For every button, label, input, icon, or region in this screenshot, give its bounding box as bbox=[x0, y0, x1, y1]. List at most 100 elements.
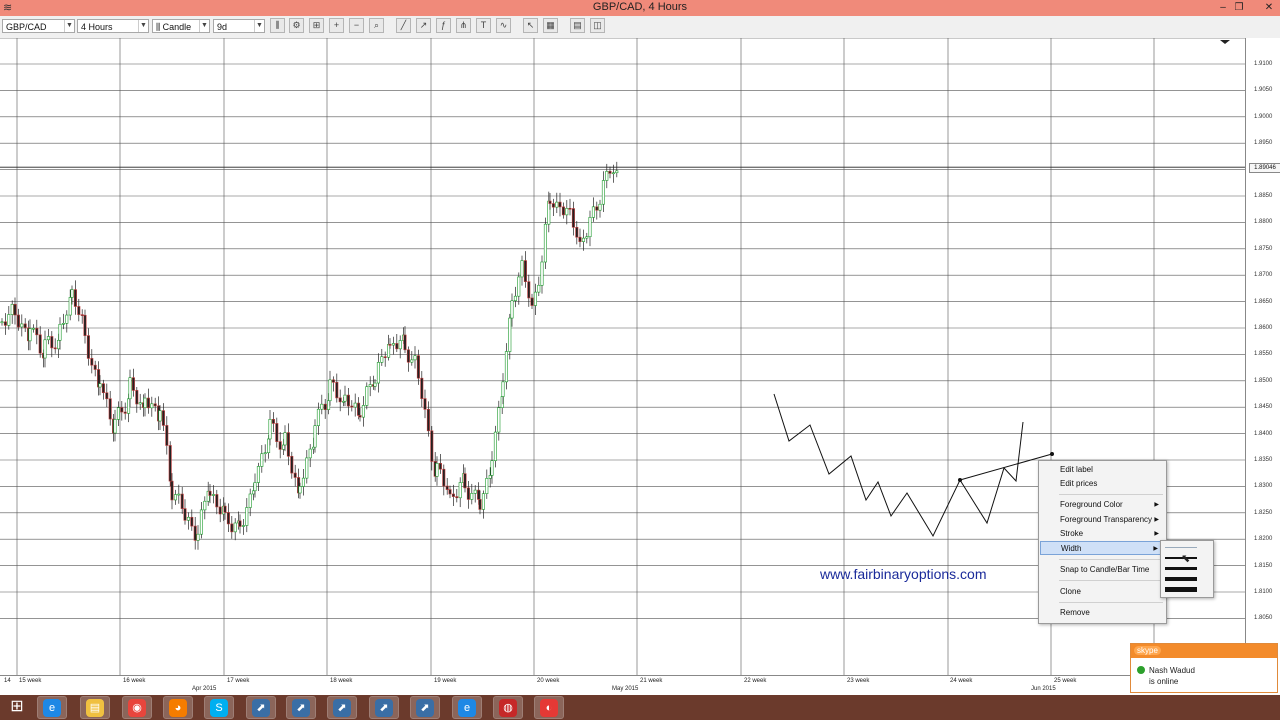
width-option-5[interactable] bbox=[1165, 587, 1197, 592]
candle-body bbox=[406, 349, 410, 363]
width-option-4[interactable] bbox=[1165, 577, 1197, 581]
internet-explorer-icon[interactable]: e bbox=[37, 696, 67, 719]
candle-body bbox=[585, 236, 589, 239]
candle-body bbox=[357, 402, 361, 416]
candle-body bbox=[290, 455, 294, 474]
width-option-1[interactable] bbox=[1165, 547, 1197, 548]
chart-toolbar: GBP/CAD ▼ 4 Hours ▼ ⫼ Candle ▼ 9d ▼ ⫼ ⚙ ⊞ + − ⌕ ╱ ↗… bbox=[0, 16, 1280, 39]
candle-body bbox=[241, 525, 245, 527]
trading-app-icon[interactable]: ⬈ bbox=[327, 696, 357, 719]
menu-clone[interactable]: Clone bbox=[1040, 585, 1163, 599]
price-tick-label: 1.9050 bbox=[1254, 87, 1273, 94]
chart-type-select[interactable]: ⫼ Candle ▼ bbox=[152, 19, 210, 33]
price-tick-label: 1.8800 bbox=[1254, 219, 1273, 226]
menu-foreground-color-label: Foreground Color bbox=[1060, 500, 1123, 509]
trading-app-icon[interactable]: ⬈ bbox=[410, 696, 440, 719]
menu-edit-label[interactable]: Edit label bbox=[1040, 463, 1163, 477]
text-tool-button[interactable]: T bbox=[476, 18, 491, 33]
draw-line-button[interactable]: ╱ bbox=[396, 18, 411, 33]
price-tick-label: 1.8300 bbox=[1254, 483, 1273, 490]
candle-body bbox=[196, 533, 200, 541]
candle-body bbox=[605, 171, 609, 181]
templates-button[interactable]: ▤ bbox=[570, 18, 585, 33]
paint-icon[interactable]: ◐ bbox=[534, 696, 564, 719]
minimize-button[interactable]: – bbox=[1216, 1, 1230, 14]
grid-button[interactable]: ▦ bbox=[543, 18, 558, 33]
zoom-out-button[interactable]: − bbox=[349, 18, 364, 33]
candle-body bbox=[108, 398, 112, 420]
candle-body bbox=[260, 453, 264, 467]
zoom-area-button[interactable]: ⌕ bbox=[369, 18, 384, 33]
week-tick-label: 24 week bbox=[950, 678, 973, 684]
bar-style-button[interactable]: ⫼ bbox=[270, 18, 285, 33]
candle-body bbox=[218, 506, 222, 515]
period-select[interactable]: 9d ▼ bbox=[213, 19, 265, 33]
chevron-down-icon: ▼ bbox=[254, 20, 264, 32]
menu-stroke[interactable]: Stroke ▶ bbox=[1040, 527, 1163, 541]
menu-foreground-color[interactable]: Foreground Color ▶ bbox=[1040, 498, 1163, 512]
windows-start-icon[interactable]: ⊞ bbox=[3, 697, 31, 718]
menu-remove[interactable]: Remove bbox=[1040, 606, 1163, 620]
properties-button[interactable]: ⚙ bbox=[289, 18, 304, 33]
trading-app-icon[interactable]: ⬈ bbox=[369, 696, 399, 719]
skype-icon-glyph: S bbox=[210, 699, 228, 717]
month-tick-label: Apr 2015 bbox=[192, 686, 217, 692]
menu-separator bbox=[1059, 602, 1163, 603]
candle-body bbox=[43, 339, 47, 359]
fibonacci-button[interactable]: ƒ bbox=[436, 18, 451, 33]
trading-app-icon[interactable]: ⬈ bbox=[246, 696, 276, 719]
symbol-select[interactable]: GBP/CAD ▼ bbox=[2, 19, 75, 33]
menu-edit-prices[interactable]: Edit prices bbox=[1040, 477, 1163, 491]
candle-body bbox=[478, 499, 482, 510]
candle-body bbox=[193, 525, 197, 541]
layout-button[interactable]: ◫ bbox=[590, 18, 605, 33]
menu-foreground-transparency[interactable]: Foreground Transparency ▶ bbox=[1040, 513, 1163, 527]
internet-explorer-icon[interactable]: e bbox=[452, 696, 482, 719]
candle-body bbox=[278, 441, 282, 450]
candle-body bbox=[105, 392, 109, 400]
candle-body bbox=[376, 362, 380, 384]
candle-body bbox=[485, 478, 489, 494]
timeframe-value: 4 Hours bbox=[81, 22, 113, 32]
candle-body bbox=[575, 227, 579, 238]
width-option-3[interactable] bbox=[1165, 567, 1197, 570]
candle-body bbox=[53, 347, 57, 350]
zoom-fit-button[interactable]: ⊞ bbox=[309, 18, 324, 33]
candle-body bbox=[368, 384, 372, 387]
candle-body bbox=[10, 304, 14, 315]
candle-body bbox=[226, 512, 230, 525]
candle-body bbox=[413, 355, 417, 361]
candle-body bbox=[20, 323, 24, 328]
candle-body bbox=[252, 490, 256, 495]
candle-body bbox=[93, 364, 97, 370]
width-submenu: ⬉ bbox=[1160, 540, 1214, 598]
menu-snap-to-candle[interactable]: Snap to Candle/Bar Time bbox=[1040, 563, 1163, 577]
chrome-icon[interactable]: ◉ bbox=[122, 696, 152, 719]
scroll-marker-icon bbox=[1220, 40, 1230, 44]
trading-app-icon[interactable]: ⬈ bbox=[286, 696, 316, 719]
candle-body bbox=[168, 445, 172, 482]
pitchfork-button[interactable]: ⋔ bbox=[456, 18, 471, 33]
cursor-button[interactable]: ↖ bbox=[523, 18, 538, 33]
trend-line-button[interactable]: ↗ bbox=[416, 18, 431, 33]
candle-body bbox=[537, 284, 541, 293]
week-tick-label: 20 week bbox=[537, 678, 560, 684]
skype-icon[interactable]: S bbox=[204, 696, 234, 719]
candle-body bbox=[488, 475, 492, 479]
timeframe-select[interactable]: 4 Hours ▼ bbox=[77, 19, 149, 33]
window-titlebar: ≋ GBP/CAD, 4 Hours – ❐ ✕ bbox=[0, 0, 1280, 16]
candle-body bbox=[3, 321, 7, 326]
firefox-icon[interactable]: ◕ bbox=[163, 696, 193, 719]
media-player-icon[interactable]: ◍ bbox=[493, 696, 523, 719]
file-explorer-icon[interactable]: ▤ bbox=[80, 696, 110, 719]
indicators-button[interactable]: ∿ bbox=[496, 18, 511, 33]
menu-width[interactable]: Width ▶ bbox=[1040, 541, 1163, 555]
candle-body bbox=[601, 180, 605, 205]
skype-notification[interactable]: skype Nash Wadud is online bbox=[1130, 643, 1278, 693]
zoom-in-button[interactable]: + bbox=[329, 18, 344, 33]
candle-body bbox=[98, 383, 102, 388]
candle-body bbox=[70, 289, 74, 298]
close-button[interactable]: ✕ bbox=[1262, 1, 1276, 14]
restore-button[interactable]: ❐ bbox=[1232, 1, 1246, 14]
period-value: 9d bbox=[217, 22, 228, 32]
